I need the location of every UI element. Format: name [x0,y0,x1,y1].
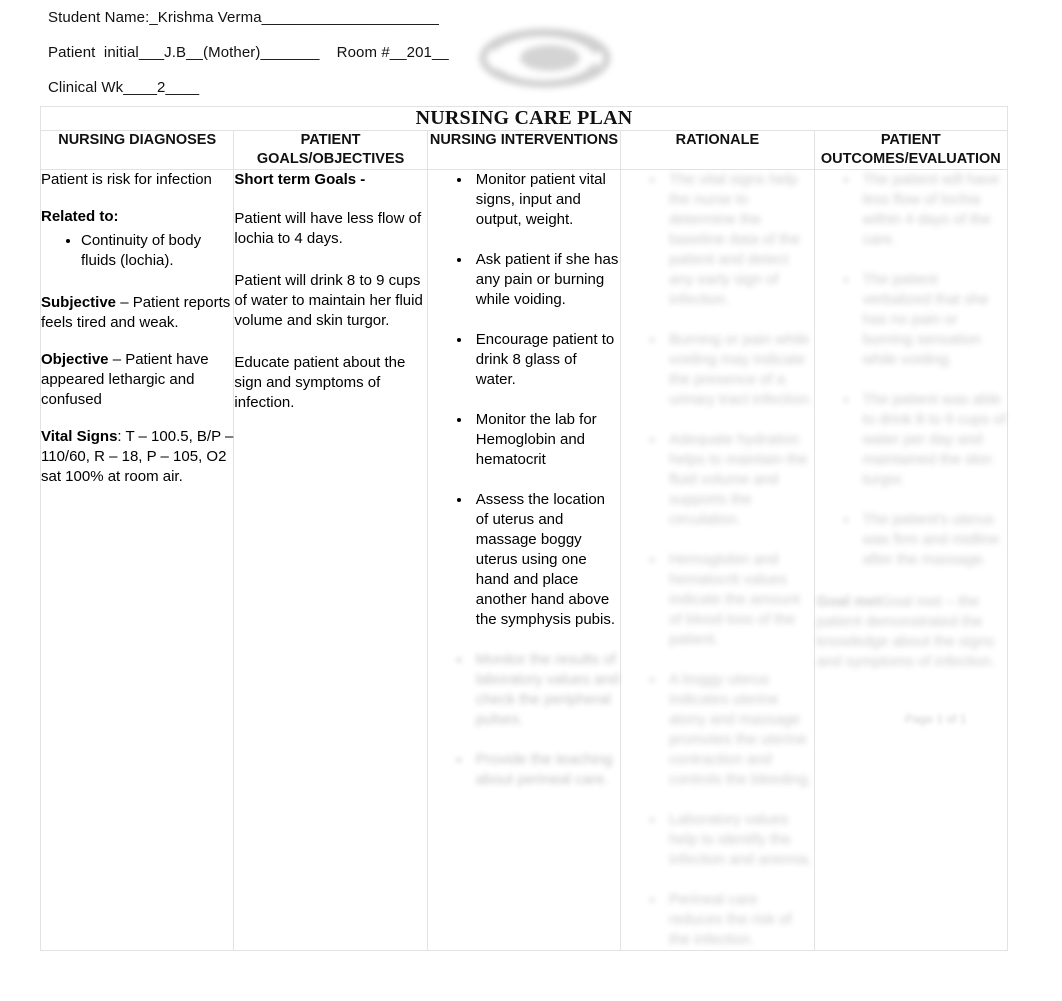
short-term-goals-label: Short term Goals - [234,171,366,188]
table-title-cell: NURSING CARE PLAN [40,106,1008,131]
cell-patient-goals: Short term Goals - Patient will have les… [233,169,428,951]
patient-initial-room-line: Patient initial___J.B__(Mother)_______ R… [48,44,449,61]
column-header-patient-goals: PATIENT GOALS/OBJECTIVES [233,130,428,170]
table-body-row: Patient is risk for infection Related to… [39,169,1009,951]
list-item: The patient was able to drink 8 to 9 cup… [859,390,1007,490]
document-header: Student Name:_Krishma Verma_____________… [48,0,668,105]
goal-status-paragraph: Goal metGoal met – the patient demonstra… [817,592,1007,672]
status-badge: Goal met [816,593,881,610]
list-item: The patient will have less flow of lochi… [859,170,1007,250]
table-title-row: NURSING CARE PLAN [40,106,1008,131]
list-item: Encourage patient to drink 8 glass of wa… [472,330,620,390]
related-to-label: Related to: [41,208,119,225]
objective-label: Objective [41,351,109,368]
list-item: Burning or pain while voiding may indica… [665,330,813,410]
objective-paragraph: Objective – Patient have appeared lethar… [41,350,233,410]
vital-signs-paragraph: Vital Signs: T – 100.5, B/P – 110/60, R … [41,427,233,487]
subjective-paragraph: Subjective – Patient reports feels tired… [41,293,233,333]
list-item: Laboratory values help to identify the i… [665,810,813,870]
patient-outcomes-list: The patient will have less flow of lochi… [817,170,1007,570]
list-item: Adequate hydration helps to maintain the… [665,430,813,530]
vital-signs-label: Vital Signs [41,428,118,445]
diagnosis-statement: Patient is risk for infection [41,171,212,188]
list-item: The vital signs help the nurse to determ… [665,170,813,310]
column-header-patient-outcomes: PATIENT OUTCOMES/EVALUATION [813,130,1009,170]
subjective-label: Subjective [41,294,117,311]
footer-watermark: Page 1 of 1 [905,712,967,726]
list-item: Hemoglobin and hematocrit values indicat… [665,550,813,650]
interventions-list-obscured: Monitor the results of laboratory values… [430,650,620,790]
list-item: A boggy uterus indicates uterine atony a… [665,670,813,790]
column-header-nursing-diagnoses: NURSING DIAGNOSES [39,130,235,170]
interventions-list: Monitor patient vital signs, input and o… [430,170,620,630]
cell-patient-outcomes: The patient will have less flow of lochi… [813,169,1009,951]
goal-item: Patient will have less flow of lochia to… [234,210,422,247]
list-item: Monitor the lab for Hemoglobin and hemat… [472,410,620,470]
cell-nursing-interventions: Monitor patient vital signs, input and o… [426,169,622,951]
cell-nursing-diagnoses: Patient is risk for infection Related to… [39,169,235,951]
list-item: Monitor the results of laboratory values… [472,650,620,730]
rationale-list: The vital signs help the nurse to determ… [623,170,813,950]
related-to-list: Continuity of body fluids (lochia). [41,231,233,271]
list-item: Continuity of body fluids (lochia). [81,231,233,271]
nursing-care-plan-table: NURSING CARE PLAN NURSING DIAGNOSES PATI… [39,106,1009,951]
list-item: Perineal care reduces the risk of the in… [665,890,813,950]
column-header-rationale: RATIONALE [620,130,815,170]
table-header-row: NURSING DIAGNOSES PATIENT GOALS/OBJECTIV… [39,130,1009,170]
column-header-nursing-interventions: NURSING INTERVENTIONS [426,130,622,170]
list-item: Monitor patient vital signs, input and o… [472,170,620,230]
page-title: NURSING CARE PLAN [415,107,633,129]
list-item: Assess the location of uterus and massag… [472,490,620,630]
cell-rationale: The vital signs help the nurse to determ… [620,169,815,951]
list-item: The patient verbalized that she has no p… [859,270,1007,370]
student-name-line: Student Name:_Krishma Verma_____________… [48,9,439,26]
list-item: Ask patient if she has any pain or burni… [472,250,620,310]
list-item: The patient's uterus was firm and midlin… [859,510,1007,570]
goal-item: Patient will drink 8 to 9 cups of water … [234,272,423,329]
goal-item: Educate patient about the sign and sympt… [234,354,406,411]
list-item: Provide the teaching about perineal care… [472,750,620,790]
clinical-week-line: Clinical Wk____2____ [48,79,200,96]
